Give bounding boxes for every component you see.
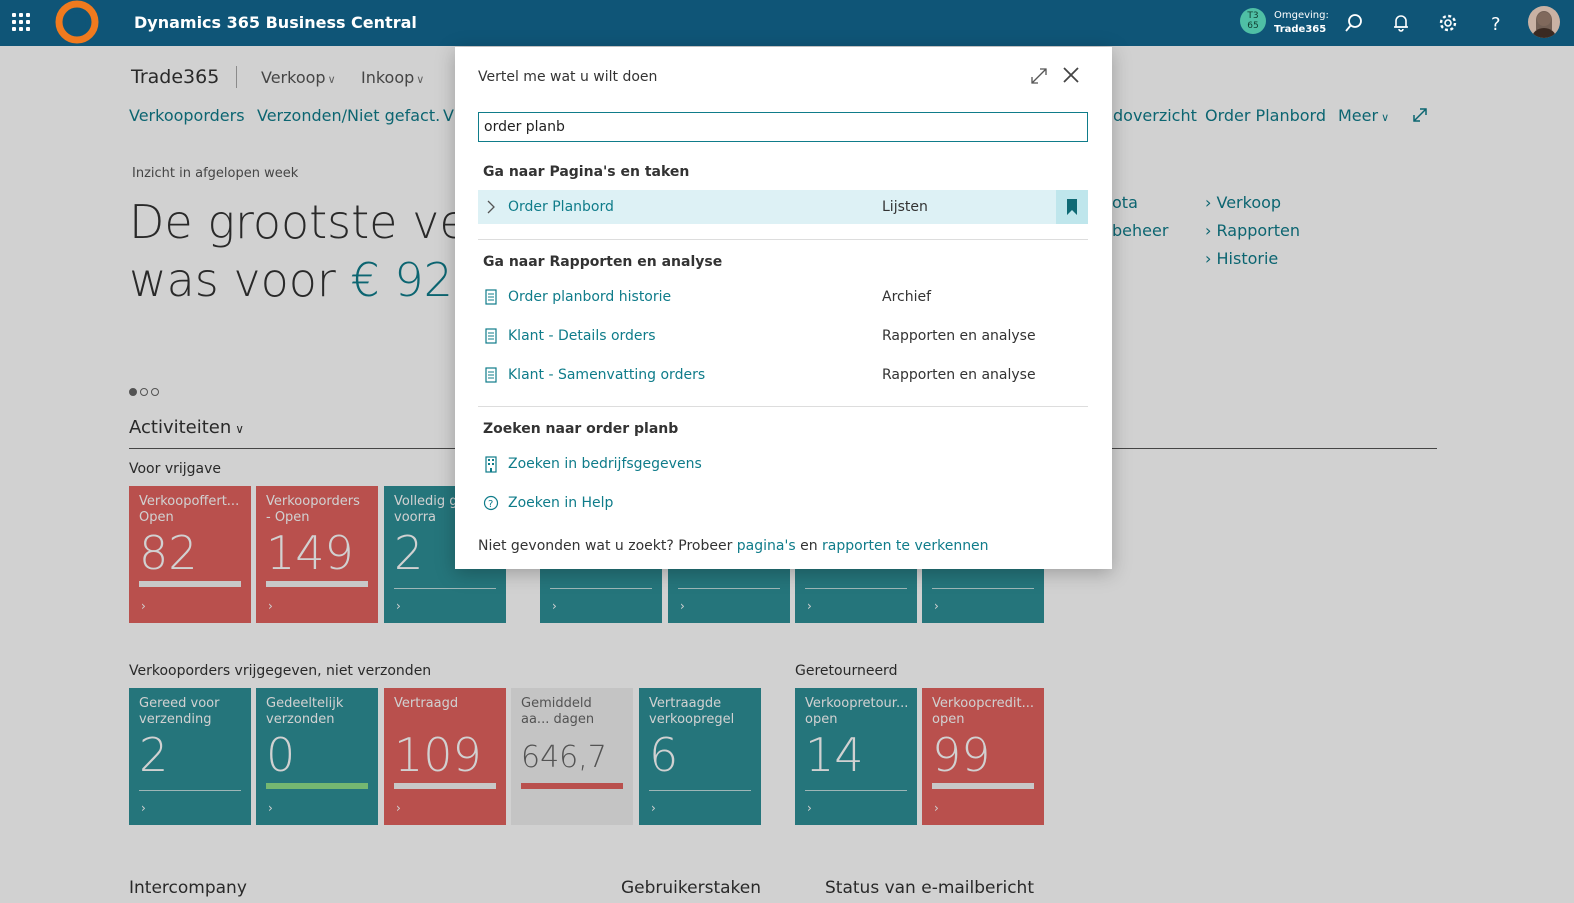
hint-prefix: Niet gevonden wat u zoekt? Probeer — [478, 538, 737, 554]
bookmark-icon — [1067, 199, 1077, 215]
result-klant-details-orders[interactable]: Klant - Details orders Rapporten en anal… — [478, 319, 1088, 353]
bookmark-button[interactable] — [1056, 190, 1088, 224]
env-label-text: Omgeving: — [1274, 10, 1329, 21]
hint-mid: en — [795, 538, 823, 554]
top-bar: Dynamics 365 Business Central T3 65 Omgev… — [0, 0, 1574, 46]
env-badge-top: T3 — [1247, 11, 1259, 21]
env-badge-bottom: 65 — [1247, 21, 1259, 31]
result-label: Zoeken in Help — [508, 495, 614, 511]
result-category: Rapporten en analyse — [882, 367, 1036, 383]
help-circle-icon: ? — [483, 495, 499, 511]
section-divider — [478, 239, 1088, 240]
result-category: Rapporten en analyse — [882, 328, 1036, 344]
bell-icon[interactable] — [1390, 12, 1412, 34]
result-category: Lijsten — [882, 199, 928, 215]
app-title[interactable]: Dynamics 365 Business Central — [134, 13, 417, 32]
expand-icon[interactable] — [1030, 67, 1048, 85]
report-icon — [485, 328, 497, 344]
avatar[interactable] — [1528, 6, 1560, 38]
gear-icon[interactable] — [1437, 12, 1459, 34]
result-label: Order planbord historie — [508, 289, 672, 305]
report-icon — [485, 289, 497, 305]
result-category: Archief — [882, 289, 932, 305]
result-order-planbord-historie[interactable]: Order planbord historie Archief — [478, 280, 1088, 314]
env-name: Trade365 — [1274, 24, 1327, 35]
explore-reports-link[interactable]: rapporten te verkennen — [822, 538, 989, 554]
section-divider — [478, 406, 1088, 407]
section-pages-tasks: Ga naar Pagina's en taken — [483, 164, 690, 180]
tell-me-dialog: Vertel me wat u wilt doen Ga naar Pagina… — [455, 47, 1112, 569]
close-icon[interactable] — [1062, 66, 1080, 84]
result-label: Klant - Samenvatting orders — [508, 367, 706, 383]
result-order-planbord[interactable]: Order Planbord Lijsten — [478, 190, 1088, 224]
search-help[interactable]: ? Zoeken in Help — [478, 486, 1088, 520]
explore-pages-link[interactable]: pagina's — [737, 538, 796, 554]
result-label: Order Planbord — [508, 199, 614, 215]
result-label: Zoeken in bedrijfsgegevens — [508, 456, 702, 472]
dialog-title: Vertel me wat u wilt doen — [478, 69, 658, 85]
waffle-icon[interactable] — [12, 13, 30, 31]
environment-badge[interactable]: T3 65 — [1240, 8, 1266, 34]
result-label: Klant - Details orders — [508, 328, 656, 344]
section-search: Zoeken naar order planb — [483, 421, 679, 437]
section-reports: Ga naar Rapporten en analyse — [483, 254, 723, 270]
svg-text:?: ? — [1491, 14, 1501, 34]
chevron-right-icon — [487, 200, 495, 214]
not-found-hint: Niet gevonden wat u zoekt? Probeer pagin… — [478, 538, 989, 554]
report-icon — [485, 367, 497, 383]
search-icon[interactable] — [1343, 12, 1365, 34]
environment-label[interactable]: Omgeving: Trade365 — [1274, 9, 1329, 37]
help-icon[interactable]: ? — [1485, 12, 1507, 34]
search-company-data[interactable]: Zoeken in bedrijfsgegevens — [478, 447, 1088, 481]
result-klant-samenvatting-orders[interactable]: Klant - Samenvatting orders Rapporten en… — [478, 358, 1088, 392]
building-icon — [485, 456, 497, 473]
search-input[interactable] — [478, 112, 1088, 142]
app-logo — [55, 0, 99, 44]
svg-text:?: ? — [488, 499, 493, 510]
